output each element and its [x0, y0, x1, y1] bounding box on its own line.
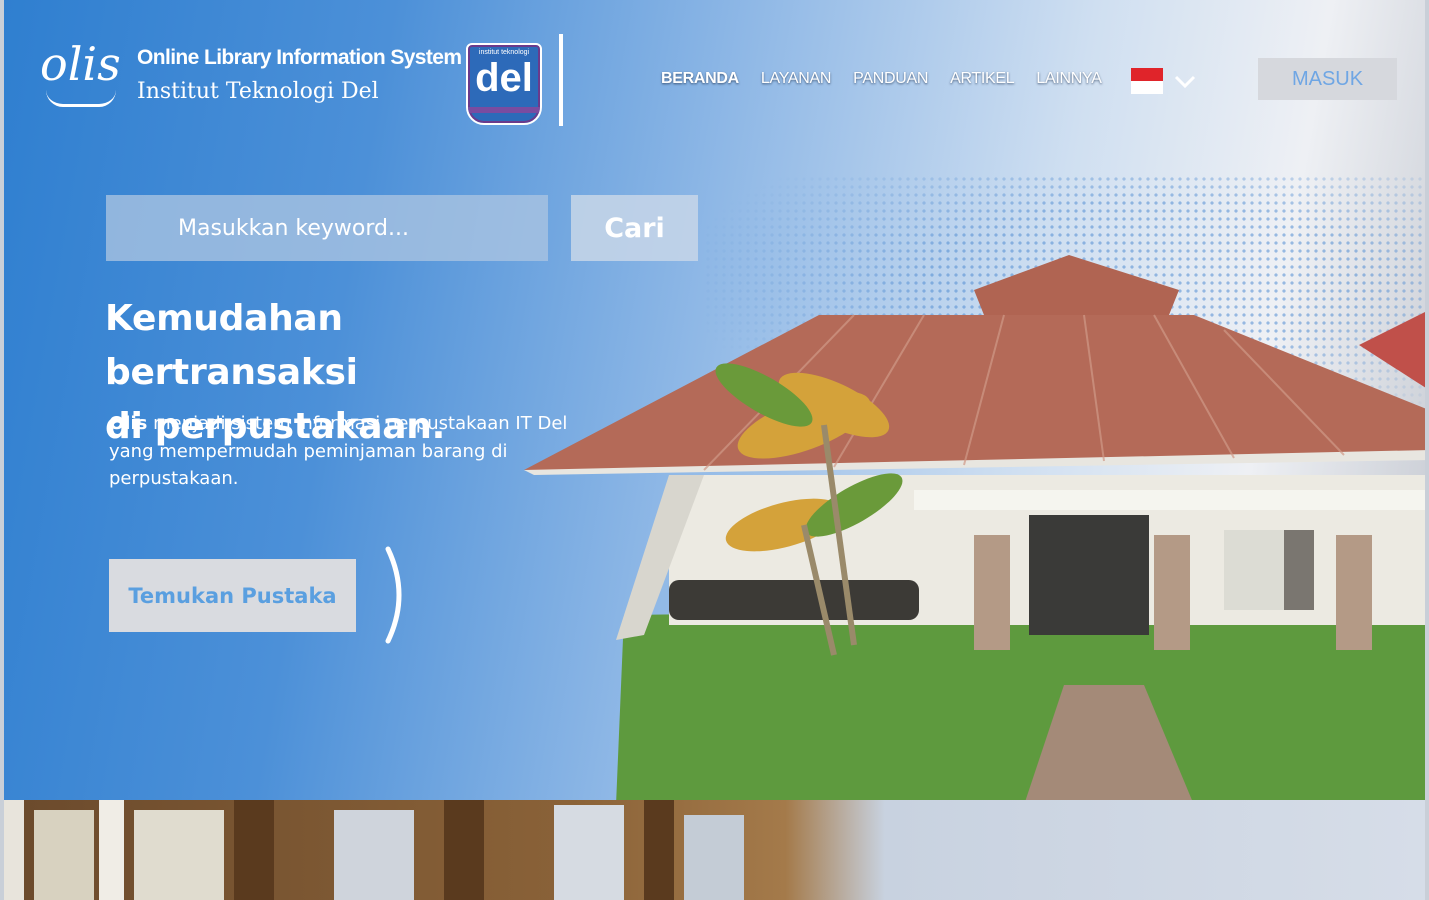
headline-line-1: Kemudahan bertransaksi	[105, 298, 358, 393]
brand-title: Online Library Information System	[137, 46, 462, 69]
description-brand: Olis	[109, 413, 148, 434]
header-divider	[559, 34, 563, 126]
bookshelf-image	[4, 800, 1425, 900]
nav-beranda[interactable]: BERANDA	[661, 70, 739, 88]
indonesia-flag-icon[interactable]	[1131, 68, 1163, 94]
nav-panduan[interactable]: PANDUAN	[853, 70, 928, 88]
nav-layanan[interactable]: LAYANAN	[761, 70, 832, 88]
search-input[interactable]	[106, 195, 548, 261]
login-button[interactable]: MASUK	[1258, 58, 1397, 100]
library-building-image	[524, 255, 1425, 800]
nav-artikel[interactable]: ARTIKEL	[950, 70, 1015, 88]
chevron-down-icon[interactable]	[1174, 70, 1196, 92]
search-button[interactable]: Cari	[571, 195, 698, 261]
del-logo-text: del	[475, 56, 533, 100]
nav-lainnya[interactable]: LAINNYA	[1036, 70, 1101, 88]
brand-subtitle: Institut Teknologi Del	[137, 79, 379, 104]
del-institute-logo: institut teknologi del	[466, 43, 542, 125]
bookshelf-illustration	[4, 800, 744, 900]
olis-logo[interactable]: olis	[40, 34, 126, 110]
hero-description: Olis menjadi sistem informasi perpustaka…	[109, 410, 579, 493]
find-library-button[interactable]: Temukan Pustaka	[109, 559, 356, 632]
hero-banner: olis Online Library Information System I…	[4, 0, 1425, 800]
del-logo-caption: institut teknologi	[478, 49, 530, 56]
main-nav: BERANDA LAYANAN PANDUAN ARTIKEL LAINNYA	[661, 70, 1102, 88]
chevron-right-icon[interactable]	[382, 545, 412, 645]
description-text: menjadi sistem informasi perpustakaan IT…	[109, 413, 568, 489]
